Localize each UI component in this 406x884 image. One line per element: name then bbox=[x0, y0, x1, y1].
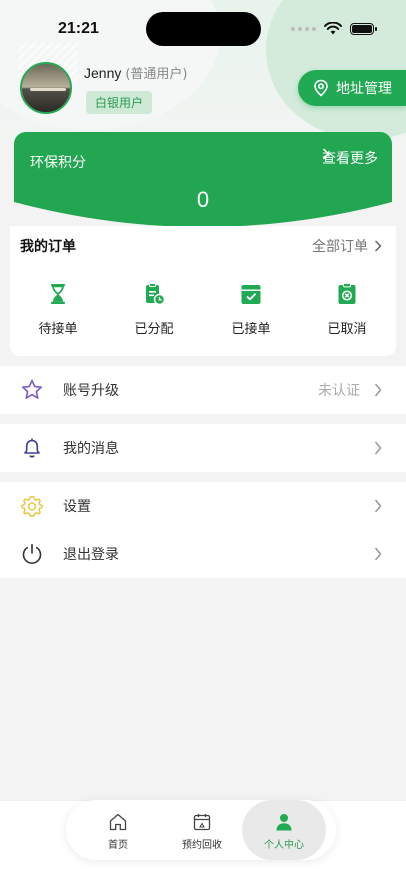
menu-item-settings[interactable]: 设置 bbox=[0, 482, 406, 530]
order-status-label: 待接单 bbox=[38, 322, 78, 337]
order-accepted-button[interactable]: 已接单 bbox=[216, 282, 286, 337]
chevron-right-icon bbox=[374, 547, 382, 561]
points-more-label: 查看更多 bbox=[322, 151, 378, 167]
avatar[interactable] bbox=[20, 62, 72, 114]
bell-icon bbox=[24, 438, 40, 458]
status-icons bbox=[291, 22, 377, 35]
menu-item-messages[interactable]: 我的消息 bbox=[0, 424, 406, 472]
calendar-check-icon bbox=[241, 285, 261, 304]
user-name-line: Jenny (普通用户) bbox=[84, 63, 188, 82]
clipboard-clock-icon bbox=[146, 283, 166, 306]
menu-item-label: 账号升级 bbox=[63, 383, 119, 399]
tab-home[interactable]: 首页 bbox=[76, 800, 160, 860]
orders-card: 我的订单 全部订单 待接单 已分配 已接单 已取消 bbox=[10, 226, 396, 356]
tab-profile[interactable]: 个人中心 bbox=[242, 800, 326, 860]
star-icon bbox=[21, 379, 43, 399]
all-orders-link[interactable]: 全部订单 bbox=[312, 236, 382, 256]
tab-label: 个人中心 bbox=[264, 840, 304, 851]
chevron-right-icon bbox=[374, 240, 382, 252]
signal-dots-icon bbox=[291, 26, 316, 31]
menu-item-account-upgrade[interactable]: 账号升级 未认证 bbox=[0, 366, 406, 414]
menu-group-account: 账号升级 未认证 bbox=[0, 366, 406, 414]
location-pin-icon bbox=[314, 79, 328, 97]
chevron-right-icon bbox=[374, 441, 382, 455]
person-icon bbox=[276, 814, 292, 831]
tab-label: 预约回收 bbox=[182, 840, 222, 851]
menu-group-settings: 设置 退出登录 bbox=[0, 482, 406, 578]
power-icon bbox=[22, 543, 42, 564]
menu-item-label: 设置 bbox=[63, 499, 91, 515]
status-time: 21:21 bbox=[58, 20, 99, 37]
order-status-label: 已分配 bbox=[134, 322, 174, 337]
menu-item-logout[interactable]: 退出登录 bbox=[0, 530, 406, 578]
verification-status: 未认证 bbox=[318, 383, 360, 399]
calendar-icon bbox=[193, 814, 211, 831]
points-card[interactable]: 环保积分 查看更多 0 bbox=[14, 132, 392, 237]
user-name: Jenny bbox=[84, 65, 122, 81]
hourglass-icon bbox=[51, 284, 65, 304]
clipboard-x-icon bbox=[338, 283, 356, 304]
orders-title: 我的订单 bbox=[20, 239, 76, 255]
address-button-label: 地址管理 bbox=[336, 81, 392, 97]
all-orders-label: 全部订单 bbox=[312, 239, 368, 255]
battery-icon bbox=[350, 22, 377, 35]
order-assigned-button[interactable]: 已分配 bbox=[119, 282, 189, 337]
menu-group-messages: 我的消息 bbox=[0, 424, 406, 472]
menu-item-label: 我的消息 bbox=[63, 441, 119, 457]
dynamic-island bbox=[146, 12, 261, 46]
address-management-button[interactable]: 地址管理 bbox=[298, 70, 406, 106]
menu-item-label: 退出登录 bbox=[63, 547, 119, 563]
order-cancelled-button[interactable]: 已取消 bbox=[312, 282, 382, 337]
bottom-tab-bar: 首页 预约回收 个人中心 bbox=[66, 800, 336, 860]
order-status-label: 已取消 bbox=[327, 322, 367, 337]
order-status-label: 已接单 bbox=[231, 322, 271, 337]
home-icon bbox=[109, 813, 127, 831]
user-role: (普通用户) bbox=[125, 67, 188, 82]
chevron-right-icon bbox=[374, 383, 382, 397]
points-title: 环保积分 bbox=[30, 155, 86, 171]
points-value: 0 bbox=[196, 187, 210, 212]
user-level-badge: 白银用户 bbox=[86, 91, 153, 114]
chevron-right-icon bbox=[374, 499, 382, 513]
points-more-link[interactable]: 查看更多 bbox=[322, 148, 378, 168]
chevron-right-icon bbox=[322, 148, 330, 160]
wifi-icon bbox=[324, 22, 342, 35]
tab-label: 首页 bbox=[108, 840, 128, 851]
gear-icon bbox=[21, 495, 43, 517]
tab-book-recycle[interactable]: 预约回收 bbox=[160, 800, 244, 860]
order-pending-button[interactable]: 待接单 bbox=[23, 282, 93, 337]
